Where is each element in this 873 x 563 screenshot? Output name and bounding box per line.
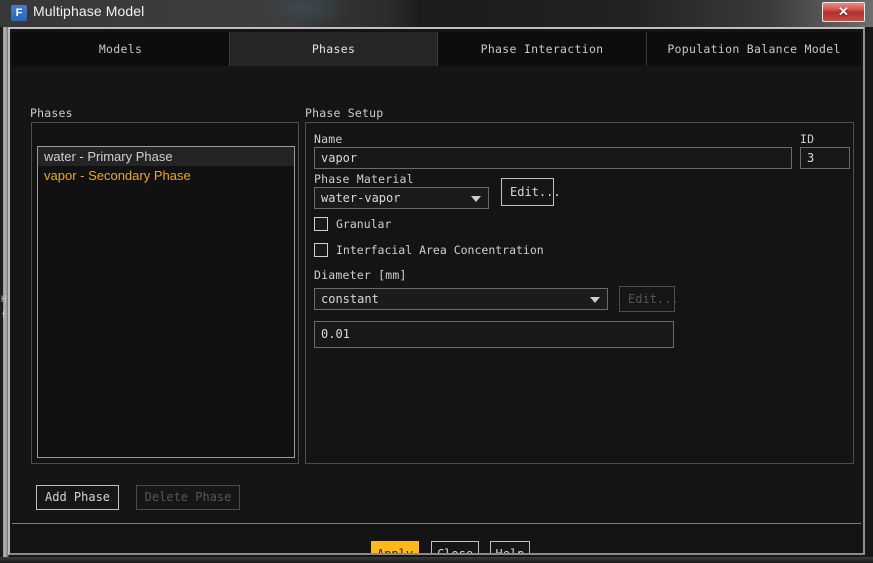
id-label: ID xyxy=(800,132,815,146)
dialog-frame: Models Phases Phase Interaction Populati… xyxy=(8,27,865,555)
dialog-body: Models Phases Phase Interaction Populati… xyxy=(10,29,863,553)
window-title: Multiphase Model xyxy=(33,3,145,19)
phase-material-select[interactable]: water-vapor xyxy=(314,187,489,209)
tab-content-phases: Phases water - Primary Phase vapor - Sec… xyxy=(12,66,861,516)
title-bar[interactable]: F Multiphase Model ✕ xyxy=(0,0,873,27)
phase-material-edit-button[interactable]: Edit... xyxy=(501,178,561,206)
close-glyph: ✕ xyxy=(838,4,849,19)
list-item[interactable]: vapor - Secondary Phase xyxy=(38,166,294,185)
diameter-method-value: constant xyxy=(321,292,379,306)
close-button[interactable]: Close xyxy=(431,541,479,553)
tab-bar: Models Phases Phase Interaction Populati… xyxy=(12,32,861,66)
diameter-edit-button[interactable]: Edit... xyxy=(619,286,679,312)
granular-label: Granular xyxy=(336,217,392,231)
diameter-method-select[interactable]: constant xyxy=(314,288,608,310)
tab-phase-interaction[interactable]: Phase Interaction xyxy=(438,32,647,66)
phase-material-value: water-vapor xyxy=(321,191,401,205)
delete-phase-button[interactable]: Delete Phase xyxy=(135,485,241,510)
close-icon[interactable]: ✕ xyxy=(822,2,865,22)
tab-phases[interactable]: Phases xyxy=(230,32,438,66)
chevron-down-icon xyxy=(471,196,481,202)
name-label: Name xyxy=(314,132,343,146)
interfacial-area-concentration-checkbox[interactable] xyxy=(314,243,328,257)
list-item[interactable]: water - Primary Phase xyxy=(38,147,294,166)
add-phase-button[interactable]: Add Phase xyxy=(36,485,120,510)
help-button[interactable]: Help xyxy=(490,541,530,553)
interfacial-area-concentration-label: Interfacial Area Concentration xyxy=(336,243,544,257)
tab-population-balance-model[interactable]: Population Balance Model xyxy=(647,32,861,66)
phase-list-buttons: Add Phase Delete Phase xyxy=(36,485,241,510)
diameter-value-input[interactable]: 0.01 xyxy=(314,321,674,348)
tab-models[interactable]: Models xyxy=(12,32,230,66)
phase-setup-group-title: Phase Setup xyxy=(305,106,384,120)
granular-checkbox[interactable] xyxy=(314,217,328,231)
fluent-app-icon: F xyxy=(11,5,27,21)
chevron-down-icon xyxy=(590,297,600,303)
phases-list[interactable]: water - Primary Phase vapor - Secondary … xyxy=(37,146,295,458)
phases-group-title: Phases xyxy=(30,106,73,120)
multiphase-model-dialog: F Multiphase Model ✕ Models Phases Phase… xyxy=(0,0,873,563)
phase-material-label: Phase Material xyxy=(314,172,414,186)
apply-button[interactable]: Apply xyxy=(371,541,419,553)
diameter-label: Diameter [mm] xyxy=(314,268,407,282)
name-input[interactable]: vapor xyxy=(314,147,792,169)
dialog-footer: Apply Close Help 南流坊 xyxy=(12,524,861,553)
id-input[interactable]: 3 xyxy=(800,147,850,169)
